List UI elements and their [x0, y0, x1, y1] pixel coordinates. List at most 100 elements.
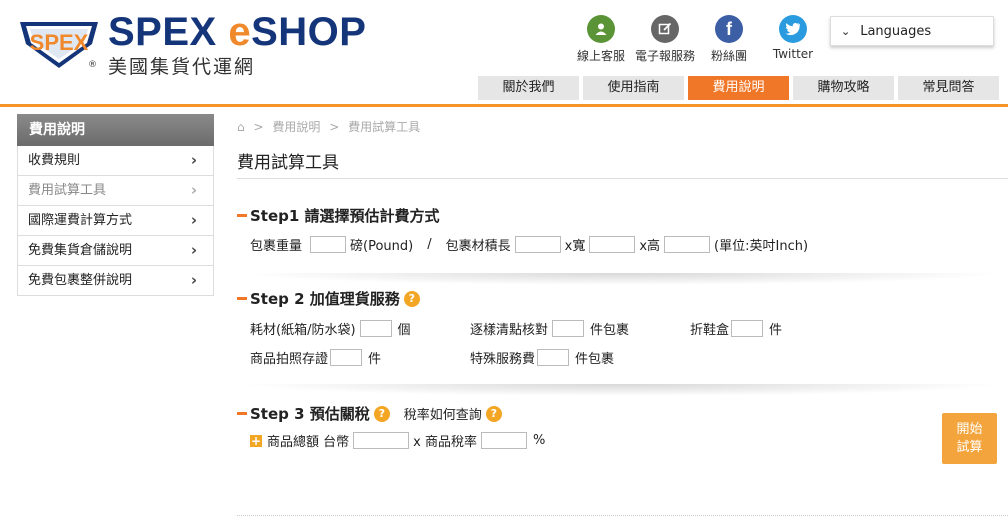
sidebar-item-fee-calculator[interactable]: 費用試算工具 ›: [17, 176, 214, 206]
weight-unit: 磅(Pound): [350, 239, 414, 254]
breadcrumb-fees[interactable]: 費用說明: [272, 120, 320, 134]
sidebar-item-label: 收費規則: [28, 153, 81, 168]
quick-link-twitter[interactable]: Twitter: [762, 14, 824, 64]
step1-row: 包裹重量 磅(Pound) / 包裹材積長 x寬 x高 (單位:英吋Inch): [250, 235, 808, 254]
quick-link-label: 線上客服: [576, 49, 625, 63]
sidebar-item-label: 免費集貨倉儲說明: [28, 243, 133, 258]
weight-input[interactable]: [310, 236, 347, 253]
step2-heading: Step 2 加值理貨服務?: [237, 288, 1008, 309]
quick-links: 線上客服 電子報服務 f 粉絲團 Twitter: [570, 14, 826, 64]
step1-title: Step1 請選擇預估計費方式: [250, 207, 440, 225]
sidebar-item-free-storage[interactable]: 免費集貨倉儲說明 ›: [17, 236, 214, 266]
button-label-line1: 開始: [956, 422, 983, 437]
quick-link-label: Twitter: [772, 47, 814, 61]
start-calculation-button[interactable]: 開始 試算: [942, 413, 997, 464]
sidebar-title: 費用說明: [17, 114, 214, 146]
dash-icon: [237, 297, 247, 300]
plus-icon[interactable]: +: [250, 434, 262, 447]
facebook-icon: f: [715, 15, 743, 43]
special-input[interactable]: [537, 349, 570, 366]
height-input[interactable]: [664, 236, 711, 253]
sidebar-item-free-consolidation[interactable]: 免費包裹整併說明 ›: [17, 266, 214, 296]
step3-section: Step 3 預估關稅 ? 稅率如何查詢 ? + 商品總額 台幣 x 商品稅率 …: [237, 403, 1008, 463]
nav-guide[interactable]: 使用指南: [583, 76, 684, 100]
button-label-line2: 試算: [956, 440, 983, 455]
nav-fees[interactable]: 費用說明: [688, 76, 789, 100]
slash-separator: /: [427, 237, 432, 252]
help-icon[interactable]: ?: [485, 405, 502, 422]
chevron-right-icon: ›: [190, 241, 197, 259]
help-icon[interactable]: ?: [373, 405, 390, 422]
quick-link-fanpage[interactable]: f 粉絲團: [698, 14, 760, 64]
help-icon[interactable]: ?: [403, 290, 420, 307]
logo-mark-text: SPEX: [30, 30, 89, 55]
photo-unit: 件: [368, 352, 382, 367]
chevron-right-icon: ›: [190, 181, 197, 199]
brand-subtitle: 美國集貨代運網: [108, 56, 256, 78]
dash-icon: [237, 412, 247, 415]
height-label: x高: [639, 239, 661, 254]
weight-label: 包裹重量: [250, 239, 303, 254]
length-input[interactable]: [514, 236, 561, 253]
sidebar-item-label: 國際運費計算方式: [28, 213, 133, 228]
sidebar-item-label: 免費包裹整併說明: [28, 273, 133, 288]
home-icon[interactable]: ⌂: [237, 120, 245, 134]
photo-label: 商品拍照存證: [250, 352, 329, 367]
site-logo[interactable]: SPEX SPEX eSHOP ® 美國集貨代運網: [16, 10, 368, 78]
quick-link-newsletter[interactable]: 電子報服務: [634, 14, 696, 64]
section-shadow: [237, 273, 1008, 285]
sidebar: 費用說明 收費規則 › 費用試算工具 › 國際運費計算方式 › 免費集貨倉儲說明 › 免…: [17, 114, 214, 296]
check-input[interactable]: [552, 320, 585, 337]
step2-title: Step 2 加值理貨服務: [250, 290, 400, 308]
material-input[interactable]: [359, 320, 392, 337]
nav-shopping-tips[interactable]: 購物攻略: [793, 76, 894, 100]
total-input[interactable]: [353, 432, 410, 449]
breadcrumb-separator: >: [253, 120, 264, 134]
special-row: 特殊服務費 件包裹: [470, 348, 614, 367]
tax-query-label[interactable]: 稅率如何查詢: [404, 404, 482, 423]
step2-section: Step 2 加值理貨服務? 耗材(紙箱/防水袋) 個 逐樣清點核對 件包裹 折…: [237, 288, 1008, 398]
material-label: 耗材(紙箱/防水袋): [250, 323, 356, 338]
languages-dropdown[interactable]: ⌄ Languages: [830, 16, 994, 46]
breadcrumb-current: 費用試算工具: [348, 120, 421, 134]
languages-label: Languages: [860, 23, 932, 39]
check-unit: 件包裹: [590, 323, 630, 338]
top-nav: 關於我們 使用指南 費用說明 購物攻略 常見問答: [478, 76, 1003, 100]
check-label: 逐樣清點核對: [470, 323, 549, 338]
tax-row: + 商品總額 台幣 x 商品稅率 %: [250, 431, 545, 450]
edit-icon: [651, 15, 679, 43]
section-shadow: [237, 384, 1008, 396]
sidebar-item-international-shipping[interactable]: 國際運費計算方式 ›: [17, 206, 214, 236]
sidebar-item-fee-rules[interactable]: 收費規則 ›: [17, 146, 214, 176]
material-unit: 個: [397, 323, 411, 338]
shoebox-input[interactable]: [731, 320, 764, 337]
quick-link-support[interactable]: 線上客服: [570, 14, 632, 64]
chevron-right-icon: ›: [190, 151, 197, 169]
unit-note: (單位:英吋Inch): [714, 239, 809, 254]
photo-row: 商品拍照存證 件: [250, 348, 381, 367]
percent-label: %: [532, 433, 546, 448]
length-label: 包裹材積長: [445, 239, 511, 254]
step3-title: Step 3 預估關稅: [250, 405, 370, 423]
sidebar-item-label: 費用試算工具: [28, 183, 107, 198]
step1-section: Step1 請選擇預估計費方式 包裹重量 磅(Pound) / 包裹材積長 x寬…: [237, 205, 1008, 285]
page-title: 費用試算工具: [237, 153, 339, 173]
tax-rate-input[interactable]: [480, 432, 527, 449]
breadcrumb-separator: >: [329, 120, 340, 134]
width-input[interactable]: [589, 236, 636, 253]
special-unit: 件包裹: [575, 352, 615, 367]
nav-about[interactable]: 關於我們: [478, 76, 579, 100]
check-row: 逐樣清點核對 件包裹: [470, 319, 629, 338]
quick-link-label: 電子報服務: [634, 49, 695, 63]
material-row: 耗材(紙箱/防水袋) 個: [250, 319, 411, 338]
registered-mark: ®: [88, 60, 97, 70]
user-support-icon: [587, 15, 615, 43]
special-label: 特殊服務費: [470, 352, 536, 367]
chevron-down-icon: ⌄: [841, 24, 851, 38]
step1-heading: Step1 請選擇預估計費方式: [237, 205, 1008, 226]
divider: [237, 515, 1008, 516]
photo-input[interactable]: [330, 349, 363, 366]
width-label: x寬: [564, 239, 586, 254]
header-divider: [0, 104, 1008, 107]
nav-faq[interactable]: 常見問答: [898, 76, 999, 100]
